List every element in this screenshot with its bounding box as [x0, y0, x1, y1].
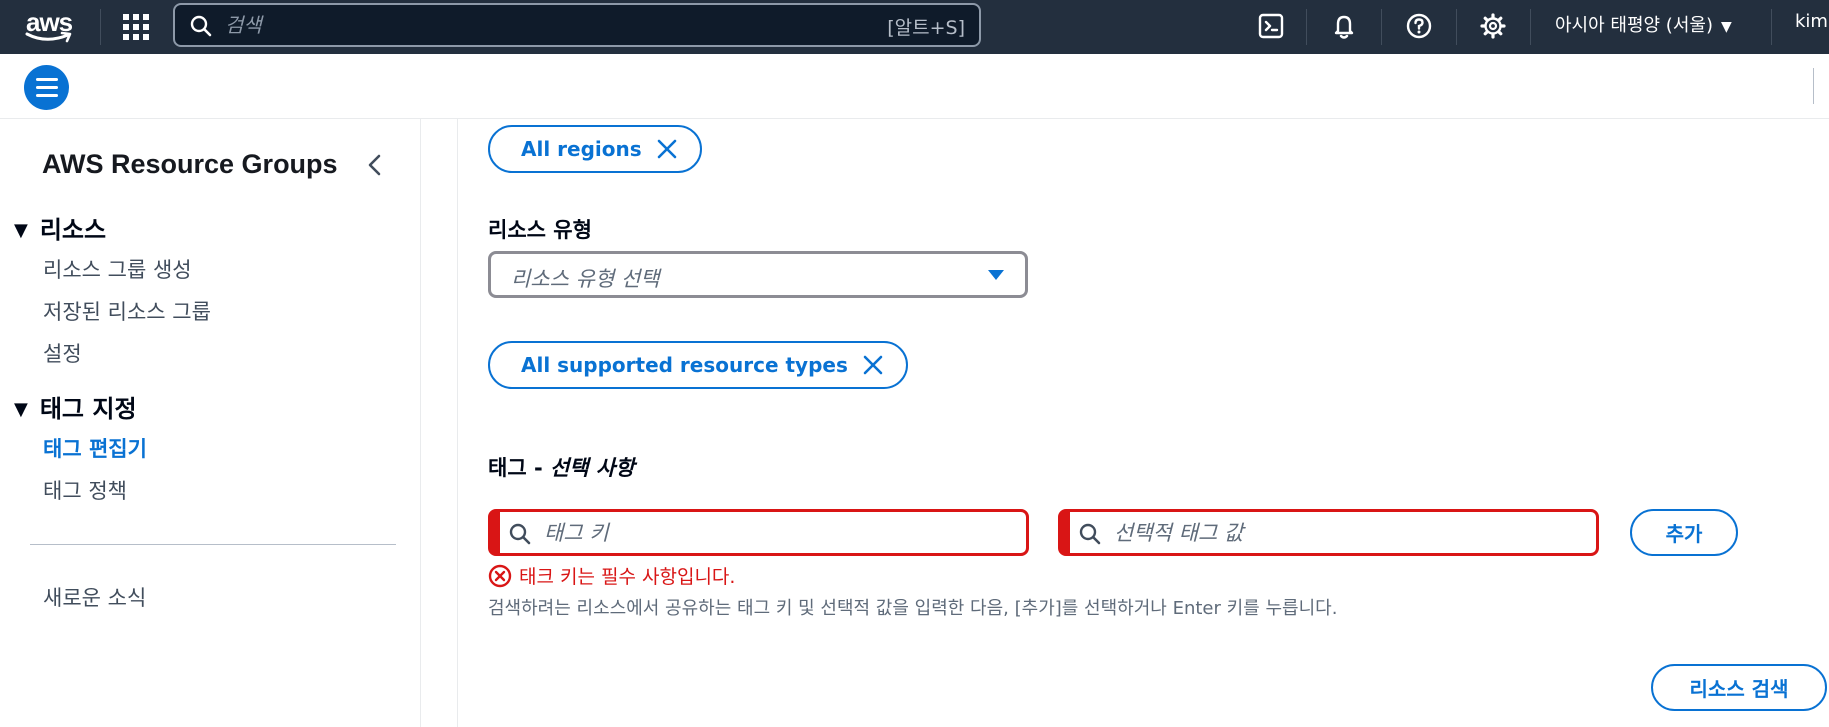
tag-key-error-text: 태크 키는 필수 사항입니다. [519, 566, 736, 588]
search-shortcut-hint: [알트+S] [887, 17, 965, 39]
settings-gear-icon[interactable] [1477, 10, 1509, 42]
region-token: All regions [488, 125, 702, 173]
search-icon [190, 15, 212, 37]
resource-type-label: 리소스 유형 [488, 218, 592, 242]
tag-value-field[interactable] [1058, 509, 1599, 556]
sidebar-item-whats-new[interactable]: 새로운 소식 [43, 582, 146, 612]
section-resources-toggle[interactable]: ▼ 리소스 [14, 210, 106, 245]
close-icon [657, 139, 676, 159]
error-icon [488, 564, 512, 587]
nav-separator [1306, 9, 1307, 45]
resource-type-placeholder: 리소스 유형 선택 [511, 267, 660, 291]
account-name: kim8 [1795, 11, 1829, 32]
close-icon [863, 355, 883, 375]
header-divider [1813, 68, 1814, 104]
resource-type-select[interactable]: 리소스 유형 선택 [488, 251, 1028, 298]
region-token-label: All regions [521, 137, 642, 161]
remove-region-token-button[interactable] [656, 138, 678, 160]
resource-type-token: All supported resource types [488, 341, 908, 389]
cloudshell-icon[interactable] [1255, 10, 1287, 42]
aws-smile-icon [25, 31, 72, 43]
caret-down-icon: ▼ [14, 220, 28, 241]
region-selector[interactable]: 아시아 태평양 (서울) ▼ [1555, 11, 1732, 37]
global-search-bar[interactable]: [알트+S] [173, 3, 981, 47]
region-label: 아시아 태평양 (서울) [1555, 15, 1713, 36]
nav-separator [1381, 9, 1382, 45]
aws-logo[interactable]: aws [24, 6, 76, 46]
sidebar-item-settings[interactable]: 설정 [43, 338, 82, 368]
search-icon [1079, 523, 1101, 545]
section-resources-label: 리소스 [39, 216, 107, 244]
chevron-left-icon [368, 154, 381, 176]
add-tag-button[interactable]: 추가 [1630, 509, 1738, 556]
section-tagging-toggle[interactable]: ▼ 태그 지정 [14, 389, 137, 424]
section-tagging-label: 태그 지정 [39, 395, 137, 423]
sub-header [0, 54, 1829, 119]
top-navigation: aws [알트+S] [0, 0, 1829, 54]
nav-separator [100, 9, 101, 45]
side-navigation: AWS Resource Groups ▼ 리소스 리소스 그룹 생성 저장된 리… [0, 119, 421, 727]
tags-label-optional: 선택 사항 [549, 456, 635, 480]
tag-key-error: 태크 키는 필수 사항입니다. [488, 562, 735, 589]
sidebar-item-saved-resource-groups[interactable]: 저장된 리소스 그룹 [43, 296, 211, 326]
tags-help-text: 검색하려는 리소스에서 공유하는 태그 키 및 선택적 값을 입력한 다음, [… [488, 598, 1338, 619]
search-icon [509, 523, 531, 545]
caret-down-icon [988, 270, 1004, 280]
tag-key-field[interactable] [488, 509, 1029, 556]
sidenav-title[interactable]: AWS Resource Groups [42, 149, 338, 180]
help-icon[interactable] [1403, 10, 1435, 42]
sidebar-item-tag-policies[interactable]: 태그 정책 [43, 475, 127, 505]
collapse-sidenav-button[interactable] [363, 151, 387, 179]
notifications-bell-icon[interactable] [1328, 10, 1360, 42]
sidenav-divider [30, 544, 396, 545]
hamburger-menu-button[interactable] [24, 65, 69, 110]
caret-down-icon: ▼ [14, 399, 28, 420]
tag-key-input[interactable] [544, 519, 1014, 547]
global-search-input[interactable] [225, 11, 845, 39]
account-menu[interactable]: kim8 [1795, 11, 1829, 32]
tags-label: 태그 - 선택 사항 [488, 452, 635, 482]
tags-label-text: 태그 - [488, 456, 550, 480]
caret-down-icon: ▼ [1720, 19, 1732, 35]
nav-separator [1530, 9, 1531, 45]
remove-resource-type-token-button[interactable] [862, 354, 884, 376]
resource-type-token-label: All supported resource types [521, 353, 848, 377]
tag-value-input[interactable] [1114, 519, 1584, 547]
sidebar-item-create-resource-group[interactable]: 리소스 그룹 생성 [43, 254, 192, 284]
services-grid-icon[interactable] [122, 13, 149, 40]
content-panel-border [457, 119, 458, 727]
nav-separator [1456, 9, 1457, 45]
sidebar-item-tag-editor[interactable]: 태그 편집기 [43, 433, 147, 463]
search-resources-button[interactable]: 리소스 검색 [1651, 664, 1827, 711]
nav-separator [1771, 9, 1772, 45]
